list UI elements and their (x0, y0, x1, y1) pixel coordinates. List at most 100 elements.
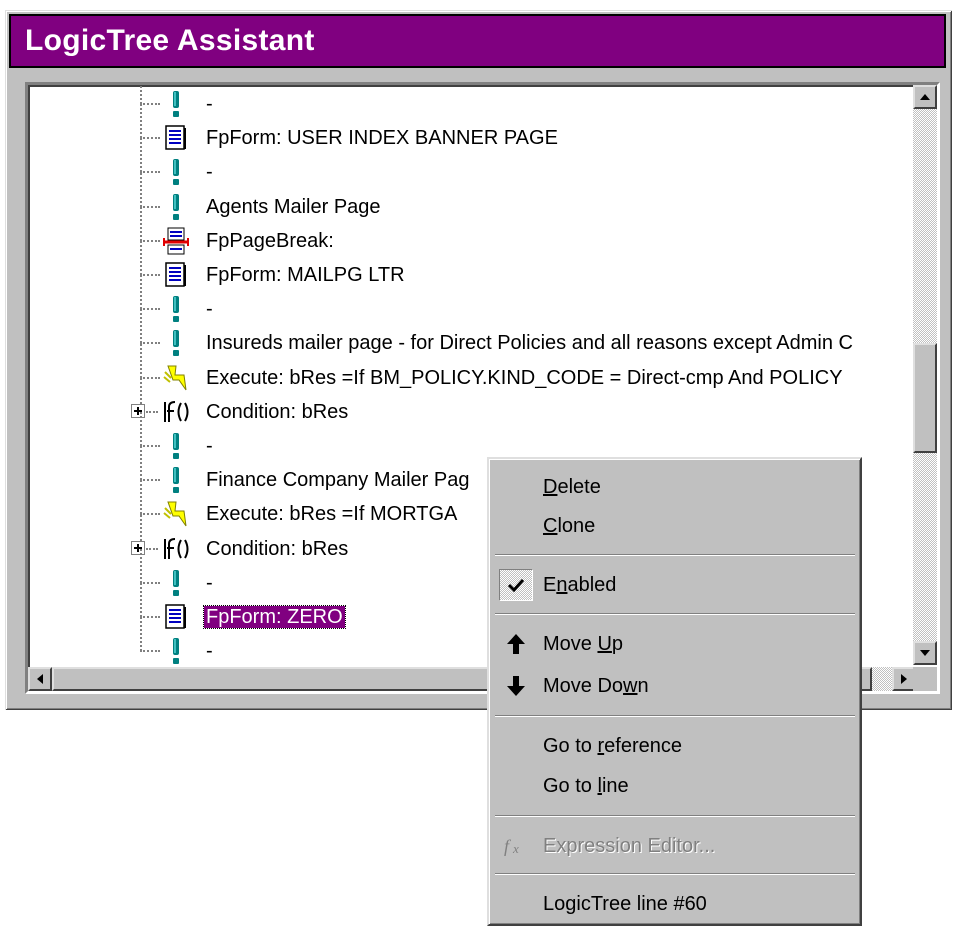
comment-icon (162, 636, 190, 665)
tree-row[interactable]: - (28, 138, 916, 189)
tree-row[interactable]: FpForm: USER INDEX BANNER PAGE (28, 104, 916, 155)
menu-item-move-down[interactable]: Move Down (493, 668, 857, 704)
menu-text: Go to (543, 735, 598, 757)
tree-row[interactable]: Insureds mailer page - for Direct Polici… (28, 309, 916, 360)
tree-row-label: Insureds mailer page - for Direct Polici… (206, 332, 853, 355)
tree-connector-line (140, 274, 160, 276)
arrow-up-icon (920, 94, 930, 100)
tree-connector-line (140, 480, 142, 515)
tree-row[interactable]: Condition: bRes (28, 377, 916, 429)
tree-row-label: FpPageBreak: (206, 229, 334, 252)
tree-connector-line (140, 138, 142, 173)
menu-text: ine (601, 775, 629, 797)
menu-text: n (637, 675, 649, 697)
form-document-icon (162, 602, 190, 632)
tree-connector-line (140, 343, 142, 378)
page-break-icon (162, 226, 190, 256)
menu-accelerator: w (623, 675, 638, 697)
expand-plus-icon[interactable] (131, 403, 145, 418)
menu-item-go-to-reference[interactable]: Go to reference (493, 728, 857, 764)
tree-connector-line (140, 85, 142, 104)
tree-connector-line (140, 241, 142, 275)
arrow-down-icon (920, 650, 930, 656)
menu-separator (495, 815, 855, 817)
tree-connector-line (140, 412, 142, 446)
menu-text: abled (567, 574, 617, 596)
tree-connector-line (140, 308, 160, 311)
menu-text: Expression Editor... (543, 835, 716, 857)
comment-icon (162, 157, 190, 187)
tree-row-label: Execute: bRes =If BM_POLICY.KIND_CODE = … (206, 366, 843, 389)
tree-row[interactable]: - (28, 85, 916, 121)
comment-icon (162, 89, 190, 119)
vertical-scroll-thumb[interactable] (913, 343, 937, 453)
tree-row[interactable]: Agents Mailer Page (28, 172, 916, 224)
expand-plus-icon[interactable] (131, 540, 145, 555)
menu-text: lone (557, 515, 596, 537)
tree-connector-line (140, 103, 160, 105)
tree-connector-line (146, 410, 158, 413)
menu-item-delete[interactable]: Delete (493, 469, 857, 505)
menu-separator (495, 554, 855, 556)
title-bar[interactable]: LogicTree Assistant (9, 14, 946, 68)
tree-row[interactable]: - (28, 275, 916, 326)
tree-row[interactable]: FpPageBreak: (28, 206, 916, 258)
svg-text:x: x (512, 841, 519, 856)
context-menu: Delete Clone Enabled Move Up Move Down G… (487, 457, 862, 926)
lightning-icon (162, 499, 190, 529)
svg-text:f: f (504, 836, 512, 856)
tree-connector-line (146, 547, 158, 550)
scroll-up-button[interactable] (913, 85, 937, 109)
tree-connector-line (140, 446, 142, 481)
menu-item-logictree-line[interactable]: LogicTree line #60 (493, 886, 857, 922)
tree-row-label: Execute: bRes =If MORTGA (206, 503, 458, 526)
tree-connector-line (140, 617, 142, 652)
tree-connector-line (140, 309, 142, 344)
menu-text: eference (604, 735, 682, 757)
tree-connector-line (140, 205, 160, 208)
comment-icon (162, 465, 190, 495)
menu-item-clone[interactable]: Clone (493, 508, 857, 544)
tree-connector-line (140, 479, 160, 482)
menu-item-go-to-line[interactable]: Go to line (493, 768, 857, 804)
menu-accelerator: n (556, 574, 568, 596)
tree-connector-line (140, 104, 142, 139)
checkmark-icon (508, 578, 524, 592)
menu-text: E (543, 574, 557, 596)
tree-connector-line (140, 275, 142, 310)
menu-separator (495, 715, 855, 717)
tree-connector-line (140, 616, 160, 618)
scroll-left-button[interactable] (28, 667, 52, 691)
tree-connector-line (140, 206, 142, 241)
fx-function-icon: fx (501, 832, 531, 860)
tree-row[interactable]: FpForm: MAILPG LTR (28, 241, 916, 292)
tree-connector-line (140, 239, 160, 242)
menu-separator (495, 613, 855, 615)
scrollbar-corner (913, 667, 937, 691)
tree-connector-line (140, 581, 160, 584)
lightning-icon (162, 363, 190, 393)
tree-row-label: - (206, 298, 213, 321)
menu-text: Move Do (543, 675, 624, 697)
tree-row[interactable]: Execute: bRes =If BM_POLICY.KIND_CODE = … (28, 343, 916, 395)
tree-row-label: Condition: bRes (206, 537, 349, 560)
tree-connector-line (140, 650, 160, 653)
menu-item-move-up[interactable]: Move Up (493, 626, 857, 662)
menu-item-enabled[interactable]: Enabled (493, 567, 857, 603)
tree-row-label: - (206, 161, 213, 184)
tree-connector-line (140, 137, 160, 140)
scroll-down-button[interactable] (913, 641, 937, 665)
arrow-right-icon (901, 674, 907, 684)
tree-connector-line (140, 342, 160, 345)
menu-item-expression-editor[interactable]: fx Expression Editor... (493, 828, 857, 864)
menu-text: p (611, 633, 624, 655)
tree-connector-line (140, 445, 160, 447)
tree-row-label: FpForm: ZERO (203, 605, 346, 629)
arrow-up-bold-icon (501, 630, 531, 658)
menu-accelerator: U (597, 633, 612, 655)
arrow-down-bold-icon (501, 672, 531, 700)
menu-text: Go to (543, 775, 598, 797)
comment-icon (162, 431, 190, 461)
vertical-scrollbar[interactable] (913, 85, 937, 665)
tree-row-label: FpForm: MAILPG LTR (206, 264, 405, 286)
